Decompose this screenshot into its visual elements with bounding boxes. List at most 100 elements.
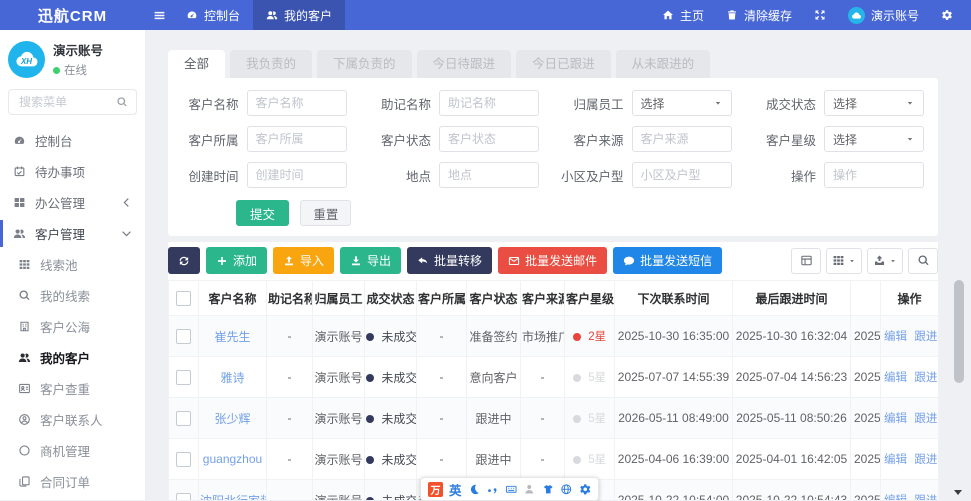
reset-button[interactable]: 重置 <box>300 200 352 226</box>
follow-up-link[interactable]: 跟进 <box>914 372 937 384</box>
row-checkbox[interactable] <box>176 492 191 500</box>
sidebar-item[interactable]: 办公管理 <box>0 187 145 218</box>
scrollbar-thumb[interactable] <box>954 280 964 383</box>
keyboard-icon[interactable] <box>505 483 518 496</box>
edit-link[interactable]: 编辑 <box>884 413 907 425</box>
person-icon[interactable] <box>523 483 536 496</box>
customer-name-link[interactable]: 张少辉 <box>214 412 250 426</box>
filter-select[interactable]: 选择 <box>631 90 732 116</box>
submit-button[interactable]: 提交 <box>236 200 290 226</box>
filter-select[interactable]: 选择 <box>824 90 924 116</box>
navbar-right-item[interactable]: 主页 <box>652 0 714 30</box>
comma-icon[interactable] <box>486 483 499 496</box>
filter-input[interactable] <box>631 126 732 152</box>
sidebar-item[interactable]: 我的客户 <box>0 342 145 373</box>
edit-link[interactable]: 编辑 <box>884 495 907 500</box>
building-icon <box>18 320 31 333</box>
select-all-checkbox[interactable] <box>176 290 191 306</box>
toolbar-button[interactable]: 导入 <box>273 247 335 274</box>
cog-icon[interactable] <box>579 483 592 496</box>
filter-input[interactable] <box>439 126 539 152</box>
follow-up-link[interactable]: 跟进 <box>914 413 937 425</box>
trash-icon <box>726 9 738 21</box>
customer-name-link[interactable]: guangzhou <box>203 452 262 466</box>
toolbar-button[interactable]: 批量转移 <box>407 247 493 274</box>
tab[interactable]: 今日已跟进 <box>516 50 611 78</box>
navbar-item[interactable]: 我的客户 <box>253 0 346 30</box>
customer-name-link[interactable]: 雅诗 <box>220 371 244 385</box>
tab[interactable]: 我负责的 <box>230 50 313 78</box>
follow-up-link[interactable]: 跟进 <box>914 331 937 343</box>
sync-icon <box>178 255 190 267</box>
sidebar-item[interactable]: 商机管理 <box>0 435 145 466</box>
scrollbar[interactable] <box>953 30 965 500</box>
filter-actions: 提交 重置 <box>236 200 938 226</box>
ime-language-toggle[interactable]: 英 <box>449 480 462 499</box>
sidebar-item[interactable]: 客户联系人 <box>0 404 145 435</box>
expand-icon <box>814 9 826 21</box>
menu-search-box <box>8 89 137 115</box>
customer-name-link[interactable]: 崔先生 <box>214 330 250 344</box>
toolbar-button[interactable]: 批量发送短信 <box>613 247 723 274</box>
sidebar-item[interactable]: 客户查重 <box>0 373 145 404</box>
sidebar-item[interactable]: 客户管理 <box>0 218 145 249</box>
navbar-item[interactable]: 控制台 <box>173 0 253 30</box>
gauge-icon <box>13 134 26 147</box>
filter-field: 客户名称 <box>168 90 361 116</box>
follow-up-link[interactable]: 跟进 <box>914 495 937 500</box>
navbar-right-item[interactable]: 演示账号 <box>838 0 929 30</box>
sidebar-toggle[interactable] <box>145 9 173 22</box>
sidebar: XH 演示账号 在线 控制台 待办事项 <box>0 30 146 500</box>
filter-input[interactable] <box>439 90 539 116</box>
filter-input[interactable] <box>246 90 347 116</box>
moon-icon[interactable] <box>468 483 481 496</box>
customer-name-link[interactable]: 沈阳北行家装 <box>200 494 266 501</box>
home-icon <box>662 9 674 21</box>
filter-input[interactable] <box>246 126 347 152</box>
scroll-down-arrow-icon[interactable] <box>954 490 962 495</box>
filter-input[interactable] <box>631 162 732 188</box>
filter-input[interactable] <box>246 162 347 188</box>
filter-input[interactable] <box>439 162 539 188</box>
toolbar-button[interactable] <box>168 247 200 274</box>
menu-search-input[interactable] <box>17 94 116 110</box>
globe-icon[interactable] <box>560 483 573 496</box>
shirt-icon[interactable] <box>542 483 555 496</box>
edit-link[interactable]: 编辑 <box>884 372 907 384</box>
sidebar-item[interactable]: 线索池 <box>0 249 145 280</box>
row-checkbox[interactable] <box>176 451 191 467</box>
sogou-logo-icon[interactable]: 万 <box>428 481 443 497</box>
navbar-right-item[interactable] <box>804 0 836 30</box>
row-checkbox[interactable] <box>176 328 191 344</box>
toolbar-button[interactable]: 批量发送邮件 <box>498 247 608 274</box>
navbar-right-item[interactable]: 清除缓存 <box>716 0 802 30</box>
user-avatar[interactable]: XH <box>8 40 45 78</box>
sidebar-item[interactable]: 控制台 <box>0 125 145 156</box>
view-button[interactable] <box>791 247 821 274</box>
sidebar-item[interactable]: 待办事项 <box>0 156 145 187</box>
view-button[interactable] <box>908 247 938 274</box>
filter-select[interactable]: 选择 <box>824 126 924 152</box>
tab[interactable]: 从未跟进的 <box>615 50 711 78</box>
sidebar-item[interactable]: 客户公海 <box>0 311 145 342</box>
tab[interactable]: 今日待跟进 <box>416 50 512 78</box>
user-block: XH 演示账号 在线 <box>0 30 145 86</box>
view-button[interactable] <box>826 247 862 274</box>
tab[interactable]: 下属负责的 <box>317 50 412 78</box>
star-dot <box>572 332 581 341</box>
toolbar-button[interactable]: 导出 <box>340 247 402 274</box>
edit-link[interactable]: 编辑 <box>884 331 907 343</box>
edit-link[interactable]: 编辑 <box>884 454 907 466</box>
row-checkbox[interactable] <box>176 369 191 385</box>
deal-status-dot <box>366 456 374 465</box>
navbar-right-item[interactable] <box>931 0 963 30</box>
filter-input[interactable] <box>824 162 924 188</box>
follow-up-link[interactable]: 跟进 <box>914 454 937 466</box>
view-button[interactable] <box>867 247 903 274</box>
table-toolbar: 添加 导入 导出 批量转移 批量发送邮件 批量发送短信 <box>168 247 938 280</box>
toolbar-button[interactable]: 添加 <box>206 247 268 274</box>
tab[interactable]: 全部 <box>168 50 226 78</box>
sidebar-item[interactable]: 我的线索 <box>0 280 145 311</box>
sidebar-item[interactable]: 合同订单 <box>0 466 145 497</box>
row-checkbox[interactable] <box>176 410 191 426</box>
